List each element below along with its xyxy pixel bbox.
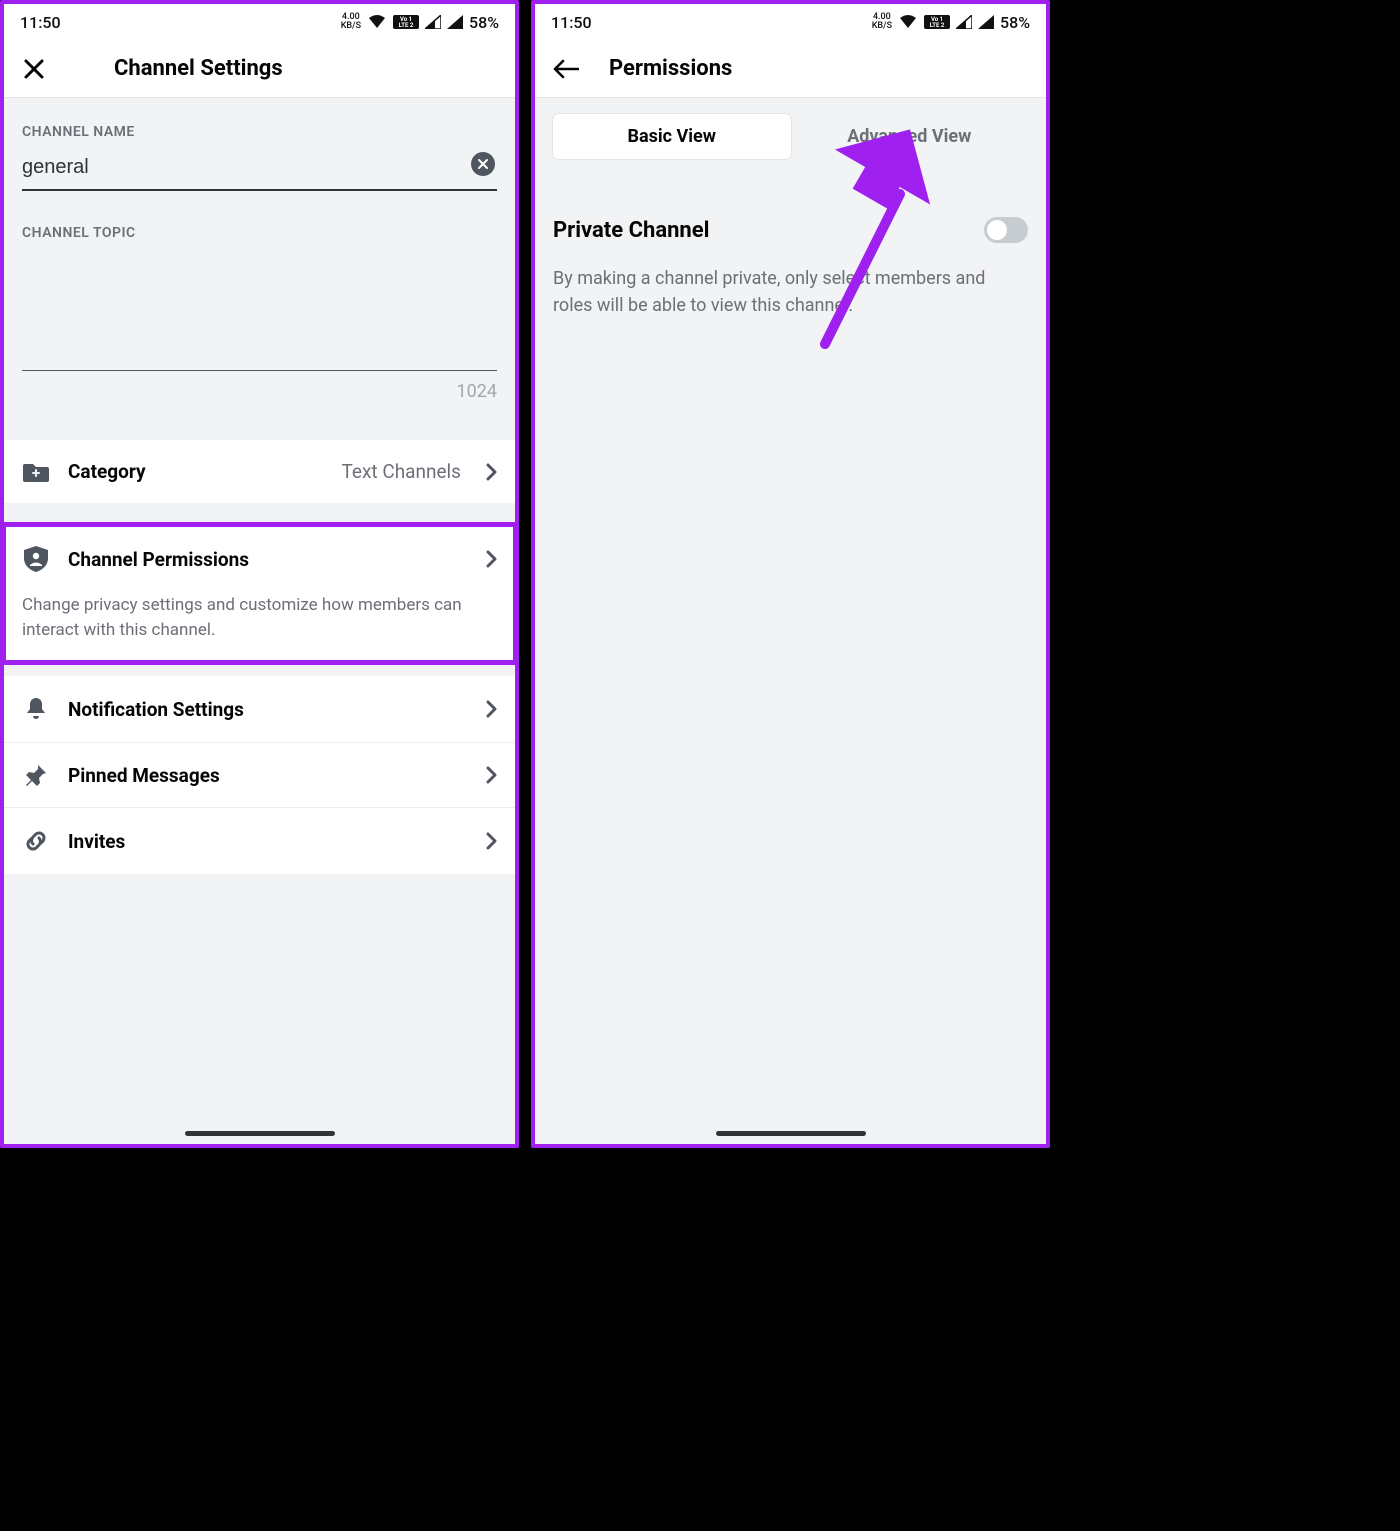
topic-char-counter: 1024 <box>4 375 515 402</box>
pinned-messages-row[interactable]: Pinned Messages <box>4 742 515 807</box>
status-time: 11:50 <box>551 13 592 32</box>
status-right: 4.00KB/S Vo 1LTE 2 58% <box>872 13 1030 32</box>
close-icon[interactable] <box>22 57 56 81</box>
chevron-right-icon <box>485 463 497 481</box>
home-indicator <box>185 1131 335 1136</box>
chevron-right-icon <box>485 832 497 850</box>
permissions-desc: Change privacy settings and customize ho… <box>4 593 515 662</box>
phone-channel-settings: 11:50 4.00KB/S Vo 1LTE 2 58% <box>0 0 519 1148</box>
tab-advanced-view[interactable]: Advanced View <box>791 114 1029 159</box>
wifi-icon <box>367 14 387 30</box>
category-label: Category <box>68 460 323 483</box>
status-bar: 11:50 4.00KB/S Vo 1LTE 2 58% <box>4 4 515 40</box>
back-icon[interactable] <box>553 59 587 79</box>
folder-plus-icon <box>22 461 50 483</box>
invites-row[interactable]: Invites <box>4 807 515 874</box>
bell-icon <box>22 696 50 722</box>
net-speed-icon: 4.00KB/S <box>872 13 892 31</box>
volte-icon: Vo 1LTE 2 <box>393 15 419 29</box>
status-bar: 11:50 4.00KB/S Vo 1LTE 2 58% <box>535 4 1046 40</box>
invites-label: Invites <box>68 830 467 853</box>
private-channel-toggle[interactable] <box>984 217 1028 243</box>
channel-permissions-row[interactable]: Channel Permissions <box>4 525 515 593</box>
pinned-label: Pinned Messages <box>68 764 467 787</box>
channel-name-label: CHANNEL NAME <box>4 98 515 150</box>
signal-2-icon <box>447 15 463 29</box>
view-tabs: Basic View Advanced View <box>535 98 1046 159</box>
clear-icon[interactable] <box>471 152 495 176</box>
permissions-label: Channel Permissions <box>68 548 467 571</box>
header: Permissions <box>535 40 1046 98</box>
svg-text:LTE 2: LTE 2 <box>399 22 414 29</box>
tab-basic-view[interactable]: Basic View <box>553 114 791 159</box>
channel-name-input[interactable] <box>22 150 497 191</box>
status-right: 4.00KB/S Vo 1LTE 2 58% <box>341 13 499 32</box>
home-indicator <box>716 1131 866 1136</box>
page-title: Permissions <box>609 56 732 81</box>
channel-topic-label: CHANNEL TOPIC <box>4 191 515 251</box>
notifications-label: Notification Settings <box>68 698 467 721</box>
chevron-right-icon <box>485 700 497 718</box>
notification-settings-row[interactable]: Notification Settings <box>4 676 515 742</box>
net-speed-icon: 4.00KB/S <box>341 13 361 31</box>
private-channel-label: Private Channel <box>553 218 709 243</box>
page-title: Channel Settings <box>114 56 283 81</box>
signal-1-icon <box>425 15 441 29</box>
channel-topic-input[interactable] <box>22 251 497 371</box>
pin-icon <box>22 763 50 787</box>
battery-text: 58% <box>469 13 499 32</box>
category-row[interactable]: Category Text Channels <box>4 440 515 503</box>
status-time: 11:50 <box>20 13 61 32</box>
wifi-icon <box>898 14 918 30</box>
category-value: Text Channels <box>341 460 461 483</box>
chevron-right-icon <box>485 766 497 784</box>
private-channel-desc: By making a channel private, only select… <box>553 265 1028 319</box>
svg-text:LTE 2: LTE 2 <box>930 22 945 29</box>
volte-icon: Vo 1LTE 2 <box>924 15 950 29</box>
link-icon <box>22 828 50 854</box>
phone-permissions: 11:50 4.00KB/S Vo 1LTE 2 58% <box>531 0 1050 1148</box>
signal-2-icon <box>978 15 994 29</box>
header: Channel Settings <box>4 40 515 98</box>
shield-person-icon <box>22 545 50 573</box>
battery-text: 58% <box>1000 13 1030 32</box>
signal-1-icon <box>956 15 972 29</box>
chevron-right-icon <box>485 550 497 568</box>
